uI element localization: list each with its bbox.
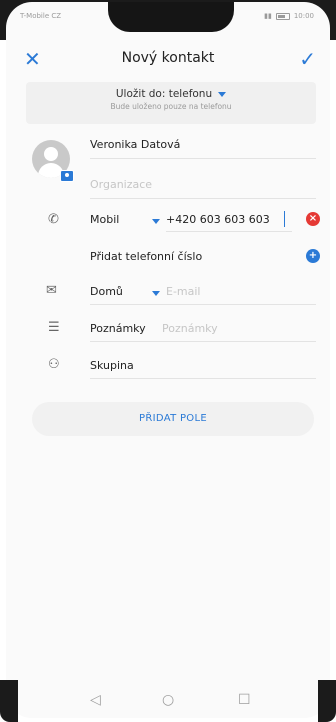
home-circle-icon[interactable]: ○ bbox=[162, 692, 174, 708]
add-phone-icon[interactable]: + bbox=[306, 249, 320, 263]
chevron-down-icon[interactable] bbox=[152, 219, 160, 224]
status-carrier: T-Mobile CZ bbox=[20, 12, 62, 20]
camera-icon[interactable] bbox=[60, 170, 74, 182]
phone-input[interactable]: +420 603 603 603 bbox=[166, 213, 270, 226]
add-phone-label[interactable]: Přidat telefonní číslo bbox=[90, 250, 202, 263]
divider bbox=[166, 231, 292, 232]
phone-type-label[interactable]: Mobil bbox=[90, 213, 119, 226]
nav-bar: ◁ ○ ☐ bbox=[6, 692, 330, 718]
phone-frame-corner bbox=[0, 680, 18, 722]
notes-icon: ☰ bbox=[48, 320, 60, 335]
phone-icon: ✆ bbox=[48, 212, 59, 227]
organization-field[interactable]: Organizace bbox=[90, 178, 152, 191]
email-icon: ✉ bbox=[46, 283, 57, 298]
divider bbox=[90, 304, 316, 305]
text-cursor bbox=[284, 211, 285, 227]
name-field[interactable]: Veronika Datová bbox=[90, 138, 180, 151]
recent-square-icon[interactable]: ☐ bbox=[238, 692, 251, 708]
divider bbox=[90, 378, 316, 379]
divider bbox=[90, 198, 316, 199]
phone-frame-corner bbox=[318, 680, 336, 722]
chevron-down-icon bbox=[218, 91, 227, 97]
group-icon: ⚇ bbox=[48, 357, 60, 372]
email-input[interactable]: E-mail bbox=[166, 285, 201, 298]
page-title: Nový kontakt bbox=[121, 50, 215, 66]
battery-icon bbox=[275, 12, 290, 20]
camera-notch bbox=[108, 2, 234, 32]
save-location-selector[interactable]: Uložit do: telefonu Bude uloženo pouze n… bbox=[26, 82, 316, 124]
notes-label: Poznámky bbox=[90, 322, 146, 335]
divider bbox=[90, 341, 316, 342]
add-field-button[interactable]: PŘIDAT POLE bbox=[32, 402, 314, 436]
group-field[interactable]: Skupina bbox=[90, 359, 134, 372]
divider bbox=[90, 158, 316, 159]
remove-phone-icon[interactable]: × bbox=[306, 212, 320, 226]
status-right: ▮▮ 10:00 bbox=[264, 12, 314, 20]
save-location-sub: Bude uloženo pouze na telefonu bbox=[110, 102, 232, 111]
signal-icon: ▮▮ bbox=[264, 12, 272, 20]
email-type-label[interactable]: Domů bbox=[90, 285, 123, 298]
save-location-label: Uložit do: telefonu bbox=[115, 88, 213, 100]
notes-input[interactable]: Poznámky bbox=[162, 322, 218, 335]
chevron-down-icon[interactable] bbox=[152, 291, 160, 296]
check-icon[interactable]: ✓ bbox=[299, 48, 316, 70]
header: ✕ Nový kontakt ✓ bbox=[6, 42, 330, 78]
status-time: 10:00 bbox=[293, 12, 314, 20]
phone-screen: T-Mobile CZ ▮▮ 10:00 ✕ Nový kontakt ✓ Ul… bbox=[6, 2, 330, 718]
back-triangle-icon[interactable]: ◁ bbox=[90, 692, 101, 708]
